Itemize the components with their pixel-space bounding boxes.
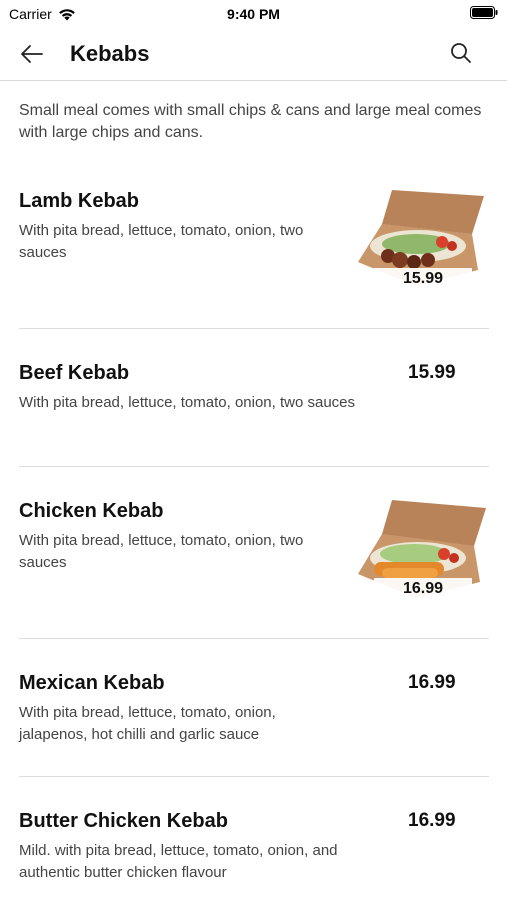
item-description: With pita bread, lettuce, tomato, onion,… <box>19 532 304 571</box>
item-divider <box>19 638 489 639</box>
search-icon[interactable] <box>449 41 473 65</box>
item-name: Lamb Kebab <box>19 190 140 212</box>
item-description: With pita bread, lettuce, tomato, onion,… <box>19 394 356 411</box>
item-name: Beef Kebab <box>19 362 130 384</box>
back-arrow-icon[interactable] <box>18 40 46 68</box>
item-description: With pita bread, lettuce, tomato, onion,… <box>19 222 304 261</box>
image-price-tag: 15.99 <box>374 268 472 290</box>
item-divider <box>19 328 489 329</box>
image-price-tag: 16.99 <box>374 578 472 600</box>
item-name: Butter Chicken Kebab <box>19 810 228 832</box>
item-description: Mild. with pita bread, lettuce, tomato, … <box>19 842 338 881</box>
page-title: Kebabs <box>70 41 150 66</box>
status-time: 9:40 PM <box>227 6 280 22</box>
item-description: With pita bread, lettuce, tomato, onion,… <box>19 704 276 743</box>
status-bar: Carrier 9:40 PM <box>0 0 507 28</box>
item-price: 15.99 <box>408 362 456 383</box>
item-divider <box>19 466 489 467</box>
item-name: Chicken Kebab <box>19 500 164 522</box>
category-description: Small meal comes with small chips & cans… <box>19 102 482 141</box>
item-price: 16.99 <box>408 672 456 693</box>
navigation-bar: Kebabs <box>0 28 507 81</box>
chicken-kebab-image[interactable]: 16.99 <box>352 494 490 606</box>
lamb-kebab-image[interactable]: 15.99 <box>352 184 490 296</box>
item-divider <box>19 776 489 777</box>
item-name: Mexican Kebab <box>19 672 165 694</box>
battery-icon <box>470 6 498 19</box>
item-price: 16.99 <box>408 810 456 831</box>
